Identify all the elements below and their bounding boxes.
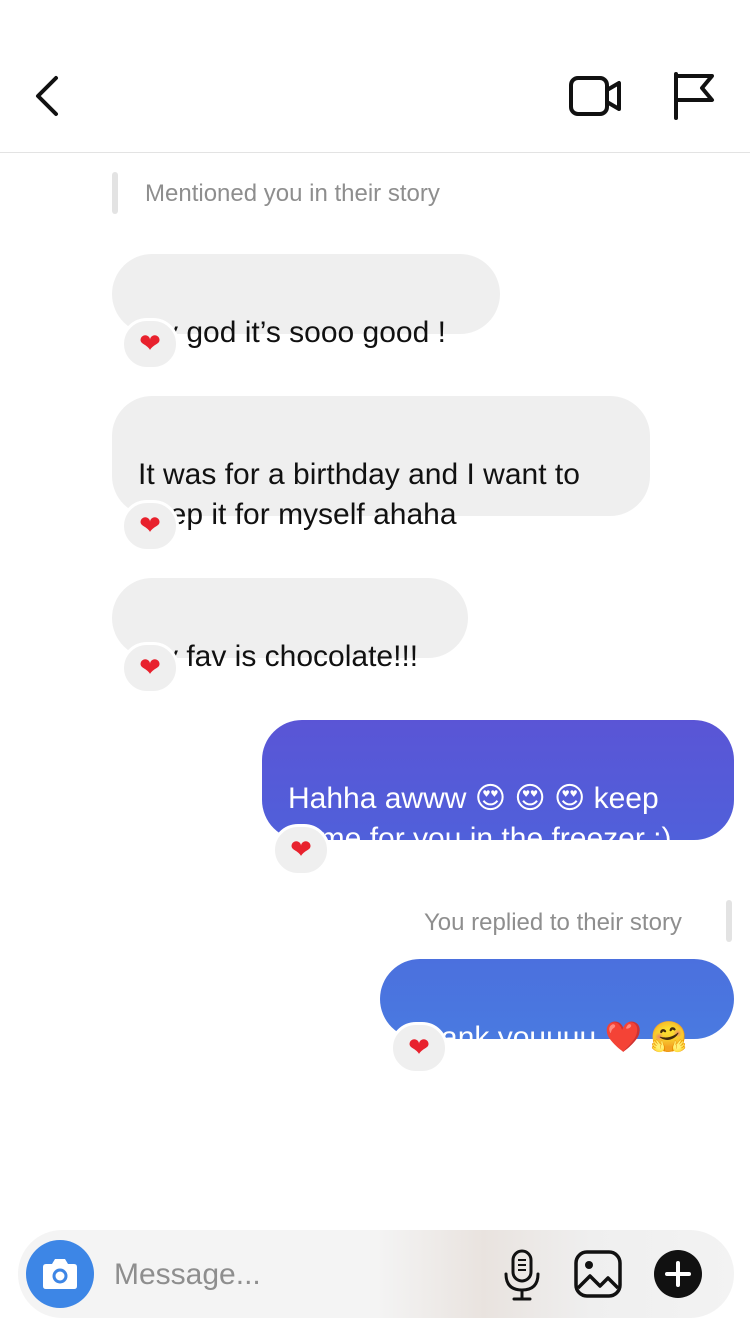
- story-reference-bar: [112, 172, 118, 214]
- message-text: Hahha awww 😍 😍 😍 keep some for you in th…: [288, 782, 672, 855]
- plus-icon: [665, 1261, 691, 1287]
- thread-header: [0, 0, 750, 153]
- heart-reaction[interactable]: ❤: [121, 642, 179, 694]
- gallery-button[interactable]: [572, 1248, 624, 1300]
- heart-icon: ❤: [408, 1033, 430, 1063]
- heart-reaction[interactable]: ❤: [121, 500, 179, 552]
- message-text: My god it’s sooo good !: [138, 316, 446, 349]
- message-bubble-outgoing[interactable]: Hahha awww 😍 😍 😍 keep some for you in th…: [262, 720, 734, 855]
- heart-icon: ❤: [139, 329, 161, 359]
- heart-icon: ❤: [290, 835, 312, 865]
- report-button[interactable]: [670, 70, 718, 122]
- video-call-button[interactable]: [568, 72, 624, 120]
- flag-icon: [674, 72, 714, 120]
- message-text: My fav is chocolate!!!: [138, 640, 419, 673]
- mentioned-story-notice: Mentioned you in their story: [145, 180, 440, 207]
- heart-reaction[interactable]: ❤: [121, 318, 179, 370]
- story-reference-bar: [726, 900, 732, 942]
- heart-icon: ❤: [139, 511, 161, 541]
- heart-icon: ❤: [139, 653, 161, 683]
- back-button[interactable]: [28, 70, 68, 122]
- message-bubble-incoming[interactable]: It was for a birthday and I want to keep…: [112, 396, 650, 531]
- chevron-left-icon: [36, 76, 58, 116]
- heart-reaction[interactable]: ❤: [390, 1022, 448, 1074]
- message-composer: [18, 1230, 734, 1318]
- image-gallery-icon: [574, 1250, 622, 1298]
- message-bubble-incoming[interactable]: My god it’s sooo good !: [112, 254, 500, 349]
- camera-icon: [43, 1259, 77, 1289]
- camera-button[interactable]: [26, 1240, 94, 1308]
- replied-story-notice: You replied to their story: [424, 909, 682, 936]
- microphone-icon: [504, 1249, 540, 1301]
- message-text: Thank youuuu ❤️ 🤗: [406, 1021, 688, 1054]
- more-options-button[interactable]: [654, 1250, 702, 1298]
- dm-thread-screen: Mentioned you in their story My god it’s…: [0, 0, 750, 1334]
- message-text: It was for a birthday and I want to keep…: [138, 458, 580, 531]
- message-input[interactable]: [112, 1254, 476, 1296]
- video-camera-icon: [569, 76, 621, 116]
- heart-reaction[interactable]: ❤: [272, 824, 330, 876]
- voice-message-button[interactable]: [500, 1248, 544, 1302]
